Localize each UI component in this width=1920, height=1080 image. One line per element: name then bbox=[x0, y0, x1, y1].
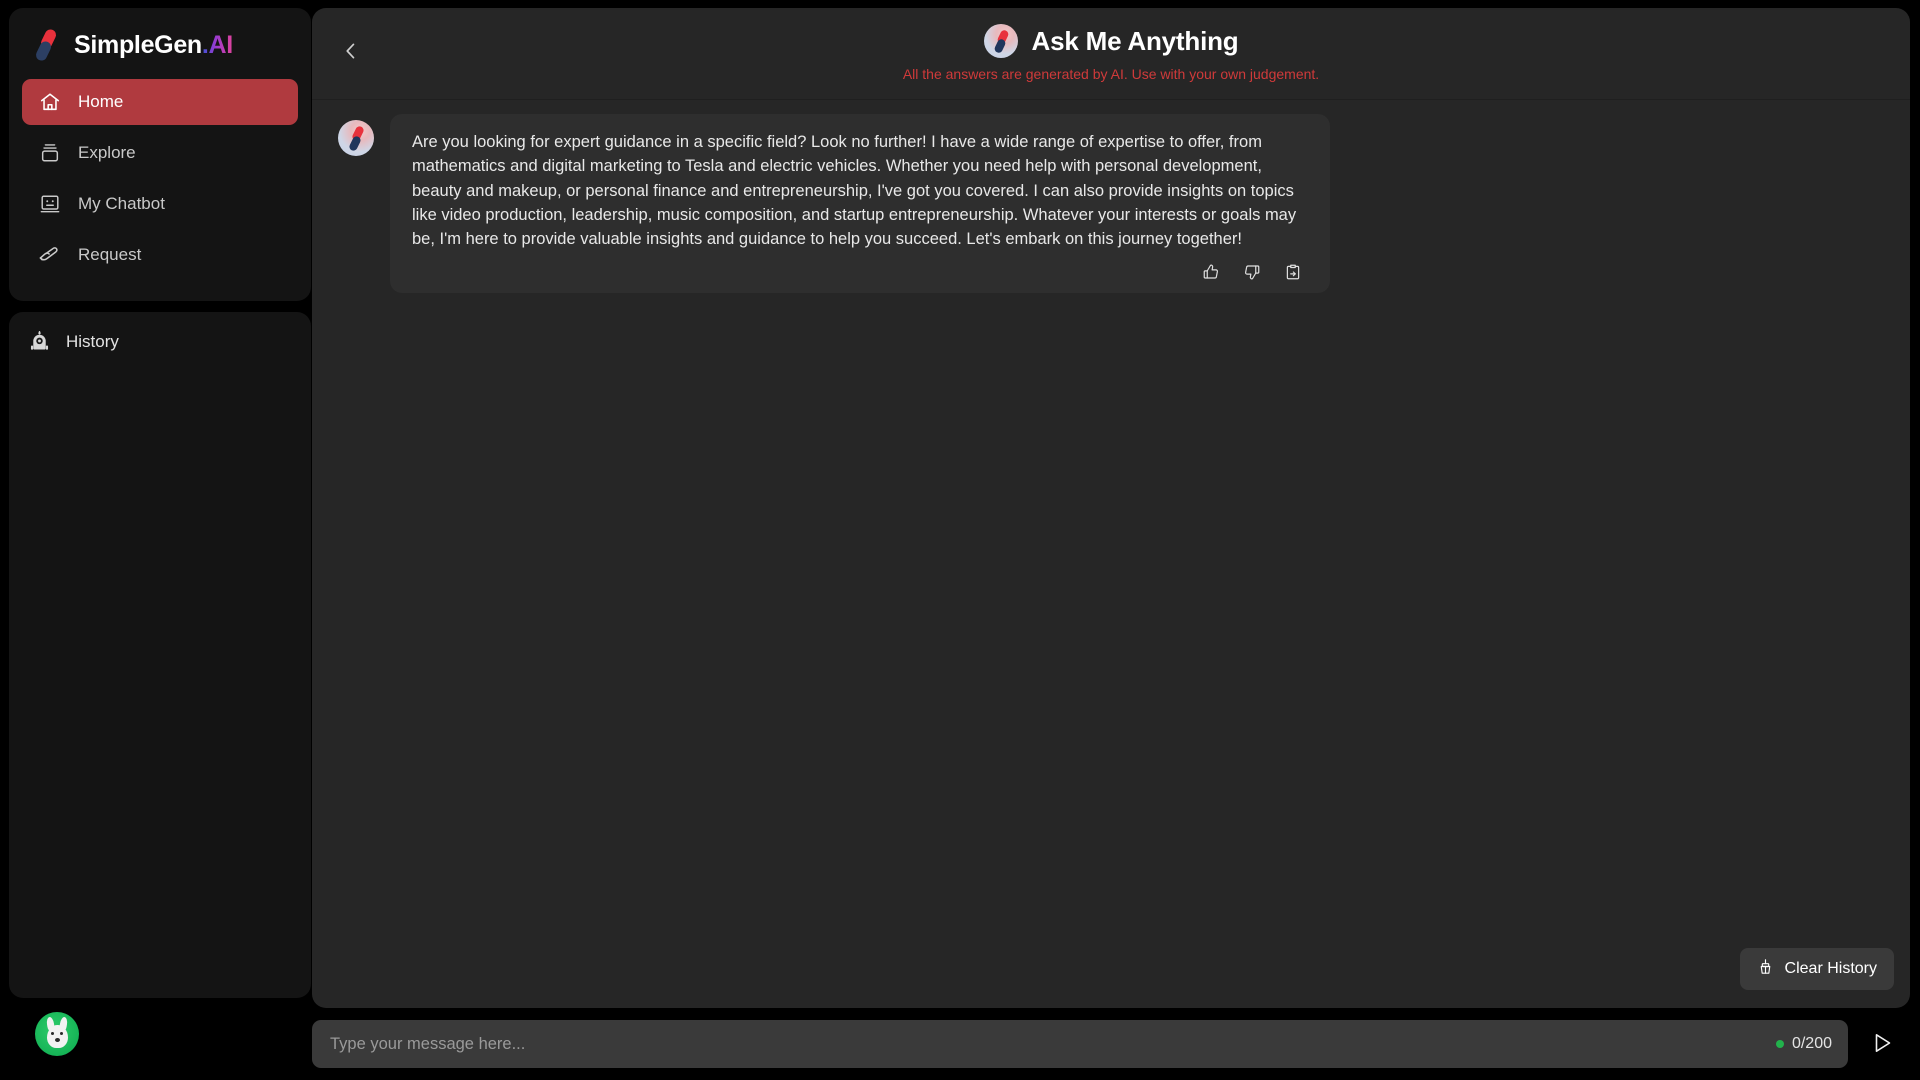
brand-name-suffix: .AI bbox=[202, 31, 233, 59]
history-section-header[interactable]: History bbox=[22, 330, 298, 354]
message-row: Are you looking for expert guidance in a… bbox=[312, 114, 1910, 293]
capsule-logo-icon bbox=[37, 30, 63, 60]
broom-icon bbox=[1757, 958, 1774, 980]
character-counter: 0/200 bbox=[1758, 1035, 1832, 1053]
brand-logo-area[interactable]: SimpleGen.AI bbox=[19, 22, 301, 74]
sidebar-item-request-label: Request bbox=[78, 245, 141, 265]
sidebar-nav-card: SimpleGen.AI Home bbox=[9, 8, 311, 301]
explore-icon bbox=[38, 142, 61, 165]
thumbs-up-icon[interactable] bbox=[1200, 261, 1222, 283]
llama-avatar-icon[interactable] bbox=[35, 1012, 79, 1056]
ai-disclaimer-text: All the answers are generated by AI. Use… bbox=[903, 66, 1319, 82]
bot-avatar-icon bbox=[338, 120, 374, 156]
message-list[interactable]: Are you looking for expert guidance in a… bbox=[312, 100, 1910, 1008]
chat-header-center: Ask Me Anything All the answers are gene… bbox=[312, 24, 1910, 82]
send-icon bbox=[1870, 1031, 1894, 1058]
chat-title-row: Ask Me Anything bbox=[984, 24, 1239, 58]
sidebar-item-home-label: Home bbox=[78, 92, 123, 112]
sidebar-item-home[interactable]: Home bbox=[22, 79, 298, 125]
history-label: History bbox=[66, 332, 119, 352]
sidebar: SimpleGen.AI Home bbox=[0, 0, 312, 1080]
composer-bar: 0/200 bbox=[312, 1018, 1910, 1070]
chatbot-face-icon bbox=[38, 193, 61, 216]
sidebar-item-explore[interactable]: Explore bbox=[22, 130, 298, 176]
home-icon bbox=[38, 91, 61, 114]
clear-history-label: Clear History bbox=[1785, 960, 1877, 978]
sidebar-footer bbox=[9, 998, 303, 1070]
thumbs-down-icon[interactable] bbox=[1241, 261, 1263, 283]
brand-name-main: SimpleGen bbox=[74, 31, 202, 59]
chat-panel: Ask Me Anything All the answers are gene… bbox=[312, 8, 1910, 1008]
hand-heart-icon bbox=[38, 244, 61, 267]
app-root: SimpleGen.AI Home bbox=[0, 0, 1920, 1080]
message-actions bbox=[412, 261, 1308, 283]
main-content: Ask Me Anything All the answers are gene… bbox=[312, 0, 1920, 1080]
sidebar-item-my-chatbot-label: My Chatbot bbox=[78, 194, 165, 214]
bot-avatar-icon bbox=[984, 24, 1018, 58]
clear-history-button[interactable]: Clear History bbox=[1740, 948, 1894, 990]
page-title: Ask Me Anything bbox=[1032, 26, 1239, 57]
counter-status-dot bbox=[1776, 1040, 1784, 1048]
counter-value: 0/200 bbox=[1792, 1035, 1832, 1053]
composer-field[interactable]: 0/200 bbox=[312, 1020, 1848, 1068]
chat-header: Ask Me Anything All the answers are gene… bbox=[312, 8, 1910, 100]
assistant-message-bubble: Are you looking for expert guidance in a… bbox=[390, 114, 1330, 293]
assistant-message-text: Are you looking for expert guidance in a… bbox=[412, 130, 1308, 251]
robot-icon bbox=[28, 330, 52, 354]
sidebar-item-my-chatbot[interactable]: My Chatbot bbox=[22, 181, 298, 227]
copy-icon[interactable] bbox=[1282, 261, 1304, 283]
sidebar-history-card: History bbox=[9, 312, 311, 998]
send-button[interactable] bbox=[1862, 1024, 1902, 1064]
sidebar-item-explore-label: Explore bbox=[78, 143, 136, 163]
brand-name: SimpleGen.AI bbox=[74, 31, 233, 60]
message-input[interactable] bbox=[330, 1035, 1758, 1054]
sidebar-item-request[interactable]: Request bbox=[22, 232, 298, 278]
